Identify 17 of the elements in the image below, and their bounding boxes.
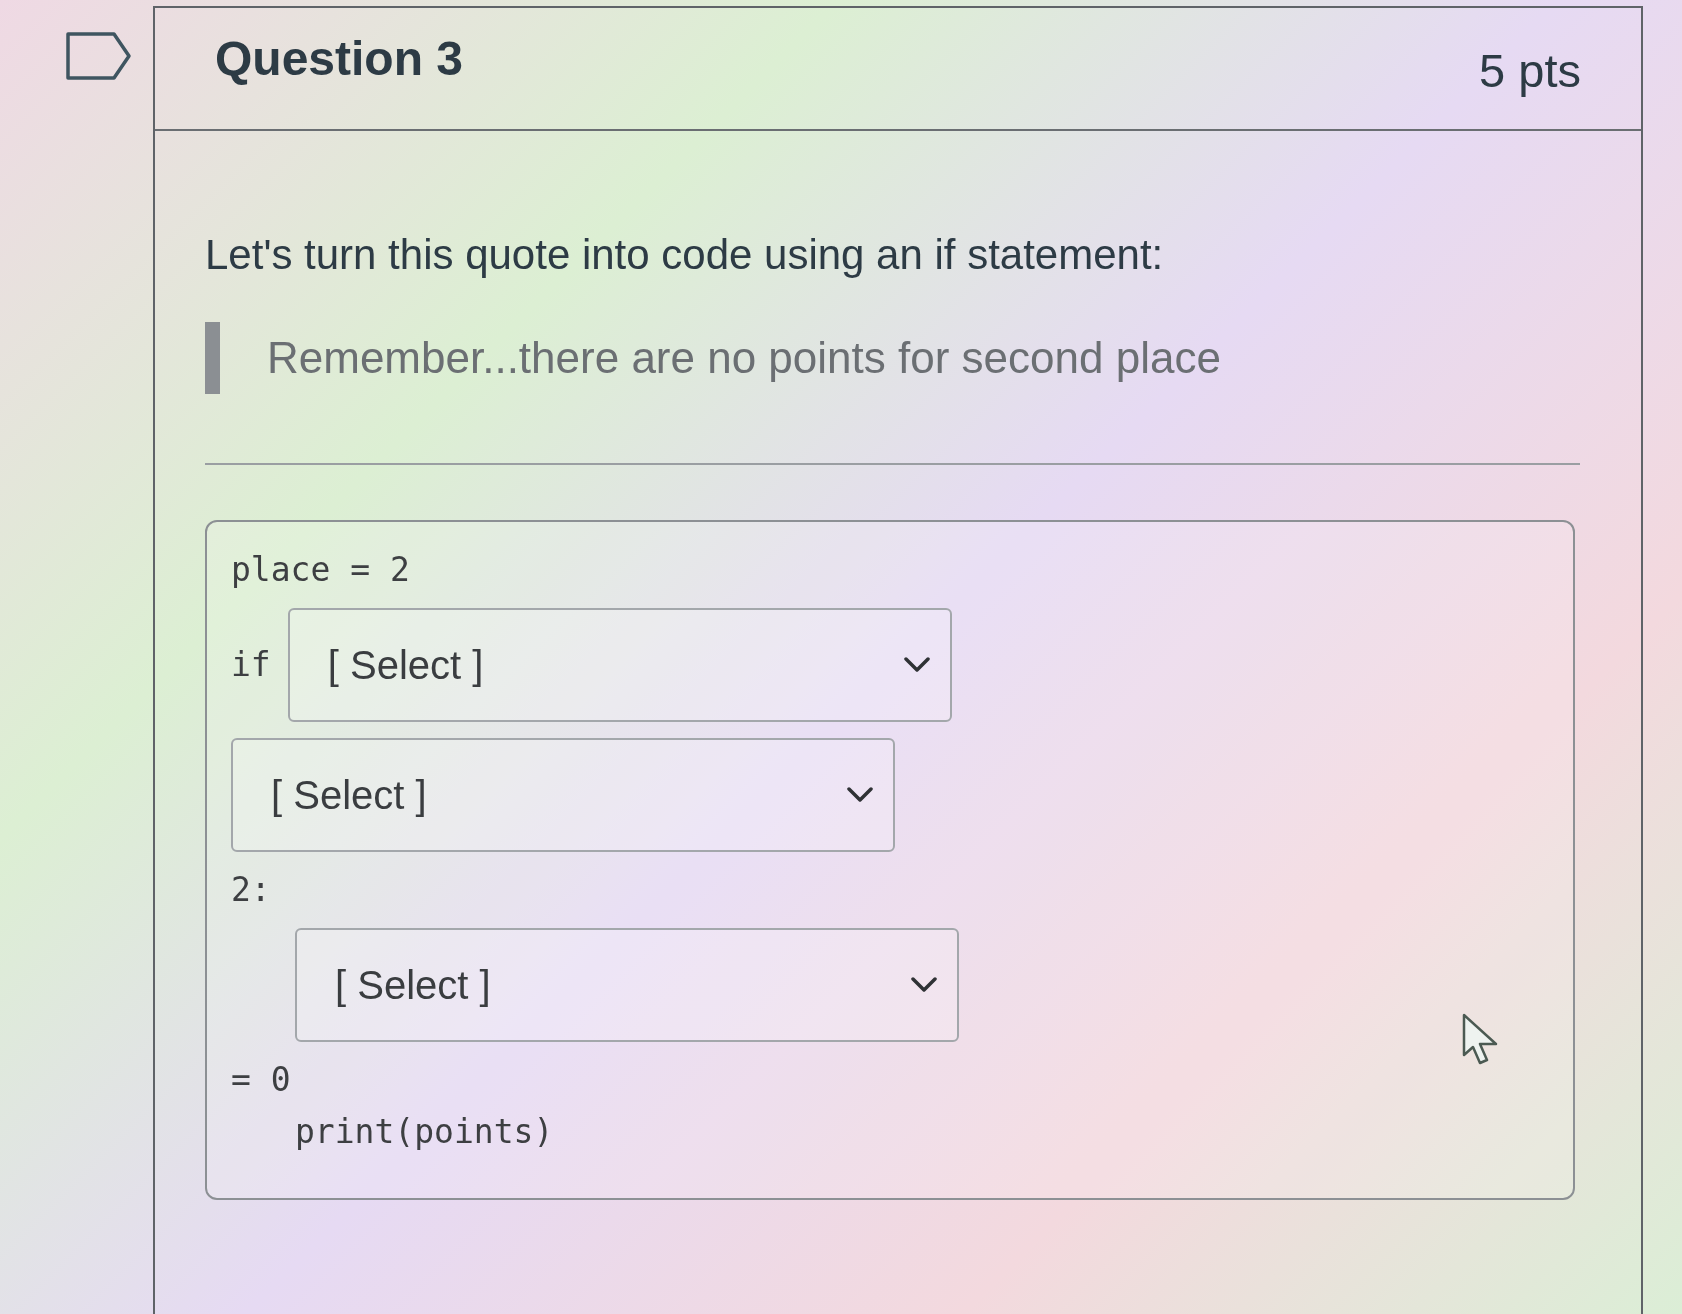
question-text: Let's turn this quote into code using an if statement: [205,230,1165,280]
select-dropdown[interactable]: [ Select ] [231,738,895,852]
select-dropdown[interactable]: [ Select ] [295,928,959,1042]
select-dropdown[interactable]: [ Select ] [287,608,952,722]
code-text: 2: [231,869,271,911]
code-text: place = 2 [231,549,410,591]
code-text: = 0 [231,1059,291,1101]
points-label: 5 pts [1479,42,1581,99]
chevron-down-icon [911,977,937,993]
question-title: Question 3 [215,30,464,87]
tag-icon[interactable] [66,32,132,80]
mouse-pointer-icon [1462,1013,1500,1067]
code-text: if [231,644,271,686]
chevron-down-icon [903,657,930,673]
code-text: print(points) [295,1111,554,1153]
blockquote: Remember...there are no points for second place [205,322,1580,394]
chevron-down-icon [847,787,873,803]
